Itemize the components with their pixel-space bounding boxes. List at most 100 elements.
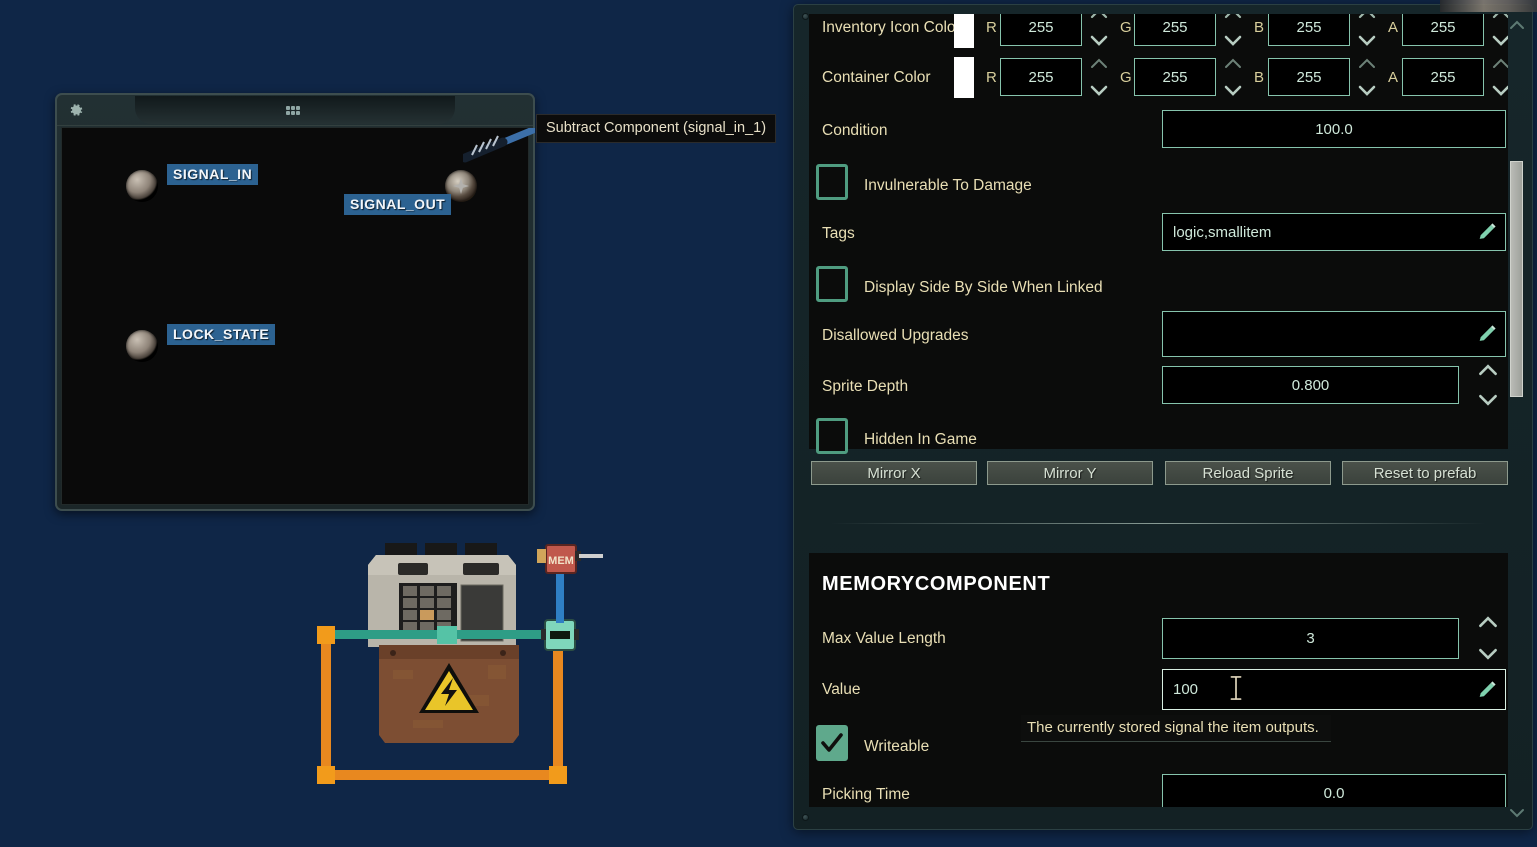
channel-label-g: G [1120, 69, 1132, 86]
chevron-down-icon[interactable] [1090, 35, 1108, 46]
channel-label-r: R [986, 69, 997, 86]
chevron-down-icon[interactable] [1478, 648, 1498, 660]
memory-component-card: MEMORYCOMPONENT Max Value Length 3 Value… [809, 553, 1508, 807]
display-side-by-side-checkbox[interactable] [816, 266, 848, 302]
chevron-up-icon[interactable] [1492, 14, 1508, 19]
label-writeable: Writeable [864, 738, 930, 755]
container-color-r-stepper[interactable] [1088, 58, 1110, 96]
editor-scrollbar[interactable] [1507, 19, 1527, 819]
wiring-panel[interactable]: SIGNAL_IN SIGNAL_OUT LOCK_STATE [55, 93, 535, 511]
drag-grip-icon[interactable] [286, 106, 304, 115]
container-color-g-stepper[interactable] [1222, 58, 1244, 96]
chevron-down-icon[interactable] [1358, 85, 1376, 96]
row-inventory-icon-color: Inventory Icon Color R 255 G 255 B 255 A… [809, 14, 1508, 53]
value-input[interactable]: 100 [1162, 669, 1506, 710]
chevron-down-icon[interactable] [1509, 807, 1525, 819]
wiring-canvas[interactable]: SIGNAL_IN SIGNAL_OUT LOCK_STATE [61, 127, 529, 505]
electrical-cabinet-sprite[interactable]: MEM [313, 535, 603, 807]
tags-value: logic,smallitem [1173, 223, 1272, 241]
chevron-down-icon[interactable] [1090, 85, 1108, 96]
connection-label-signal-in: SIGNAL_IN [167, 164, 259, 185]
writeable-checkbox[interactable] [816, 725, 848, 761]
chevron-up-icon[interactable] [1224, 14, 1242, 19]
invulnerable-to-damage-checkbox[interactable] [816, 164, 848, 200]
disallowed-upgrades-input[interactable] [1162, 311, 1506, 357]
inventory-icon-color-a-input[interactable]: 255 [1402, 14, 1484, 46]
chevron-up-icon[interactable] [1492, 58, 1508, 69]
panel-rivet [802, 814, 809, 821]
checkmark-icon [821, 733, 843, 752]
chevron-up-icon[interactable] [1478, 364, 1498, 376]
sprite-depth-input[interactable]: 0.800 [1162, 366, 1459, 404]
memory-component-title: MEMORYCOMPONENT [822, 573, 1051, 595]
chevron-down-icon[interactable] [1358, 35, 1376, 46]
reset-to-prefab-button[interactable]: Reset to prefab [1342, 461, 1508, 485]
container-color-swatch[interactable] [954, 57, 974, 98]
container-color-r-input[interactable]: 255 [1000, 58, 1082, 96]
label-disallowed-upgrades: Disallowed Upgrades [822, 326, 969, 344]
chevron-up-icon[interactable] [1478, 616, 1498, 628]
hidden-in-game-checkbox[interactable] [816, 418, 848, 454]
memory-chip-label: MEM [548, 555, 574, 567]
label-invulnerable-to-damage: Invulnerable To Damage [864, 177, 1032, 194]
max-value-length-stepper[interactable] [1477, 616, 1499, 660]
scrollbar-thumb[interactable] [1510, 161, 1523, 397]
edit-pencil-icon[interactable] [1476, 679, 1498, 701]
row-writeable: Writeable [809, 717, 1009, 773]
connection-label-lock-state: LOCK_STATE [167, 324, 276, 345]
component-tooltip: Subtract Component (signal_in_1) [536, 114, 777, 143]
sprite-depth-stepper[interactable] [1477, 364, 1499, 406]
chevron-up-icon[interactable] [1509, 19, 1525, 31]
chevron-down-icon[interactable] [1224, 85, 1242, 96]
inventory-icon-color-r-input[interactable]: 255 [1000, 14, 1082, 46]
chevron-down-icon[interactable] [1492, 35, 1508, 46]
chevron-up-icon[interactable] [1358, 14, 1376, 19]
gear-icon[interactable] [66, 101, 85, 120]
connection-hole-lock-state[interactable] [126, 330, 158, 362]
channel-label-g: G [1120, 19, 1132, 36]
row-tags: Tags logic,smallitem [809, 208, 1508, 259]
inventory-icon-color-a-stepper[interactable] [1490, 14, 1508, 46]
label-sprite-depth: Sprite Depth [822, 377, 909, 395]
chevron-up-icon[interactable] [1224, 58, 1242, 69]
chevron-down-icon[interactable] [1492, 85, 1508, 96]
row-sprite-depth: Sprite Depth 0.800 [809, 361, 1508, 412]
inventory-icon-color-b-stepper[interactable] [1356, 14, 1378, 46]
inventory-icon-color-swatch[interactable] [954, 14, 974, 48]
chevron-down-icon[interactable] [1224, 35, 1242, 46]
container-color-a-stepper[interactable] [1490, 58, 1508, 96]
container-color-g-input[interactable]: 255 [1134, 58, 1216, 96]
inventory-icon-color-b-input[interactable]: 255 [1268, 14, 1350, 46]
inventory-icon-color-g-stepper[interactable] [1222, 14, 1244, 46]
picking-time-input[interactable]: 0.0 [1162, 774, 1506, 807]
max-value-length-input[interactable]: 3 [1162, 618, 1459, 659]
channel-label-a: A [1388, 19, 1399, 36]
chevron-down-icon[interactable] [1478, 394, 1498, 406]
inventory-icon-color-r-stepper[interactable] [1088, 14, 1110, 46]
row-disallowed-upgrades: Disallowed Upgrades [809, 310, 1508, 361]
container-color-a-input[interactable]: 255 [1402, 58, 1484, 96]
chevron-up-icon[interactable] [1090, 14, 1108, 19]
row-max-value-length: Max Value Length 3 [809, 613, 1508, 664]
connection-hole-signal-in[interactable] [126, 170, 158, 202]
row-picking-time: Picking Time 0.0 [809, 769, 1508, 807]
tags-input[interactable]: logic,smallitem [1162, 213, 1506, 251]
label-picking-time: Picking Time [822, 785, 910, 803]
mirror-x-button[interactable]: Mirror X [811, 461, 977, 485]
edit-pencil-icon[interactable] [1476, 221, 1498, 243]
chevron-up-icon[interactable] [1090, 58, 1108, 69]
row-value: Value 100 [809, 664, 1508, 715]
wiring-panel-header[interactable] [57, 95, 533, 126]
chevron-up-icon[interactable] [1358, 58, 1376, 69]
mirror-y-button[interactable]: Mirror Y [987, 461, 1153, 485]
channel-label-b: B [1254, 69, 1265, 86]
row-invulnerable-to-damage: Invulnerable To Damage [809, 156, 1508, 212]
edit-pencil-icon[interactable] [1476, 323, 1498, 345]
label-hidden-in-game: Hidden In Game [864, 431, 977, 448]
container-color-b-stepper[interactable] [1356, 58, 1378, 96]
condition-input[interactable]: 100.0 [1162, 110, 1506, 148]
inventory-icon-color-g-input[interactable]: 255 [1134, 14, 1216, 46]
reload-sprite-button[interactable]: Reload Sprite [1165, 461, 1331, 485]
container-color-b-input[interactable]: 255 [1268, 58, 1350, 96]
connection-label-signal-out: SIGNAL_OUT [344, 194, 452, 215]
